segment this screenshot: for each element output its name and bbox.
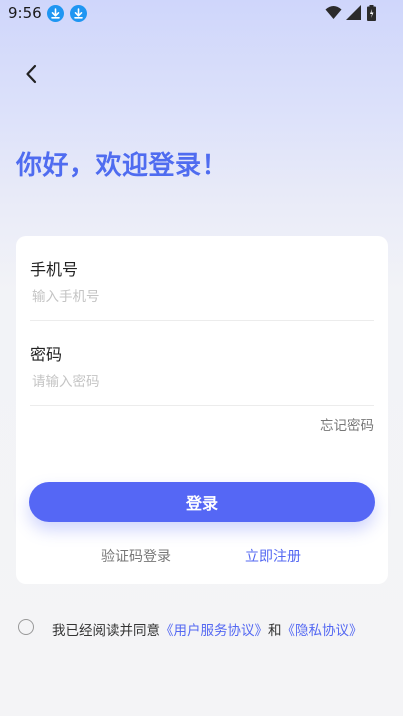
chevron-left-icon xyxy=(18,64,46,92)
battery-icon xyxy=(367,5,376,25)
password-input[interactable] xyxy=(30,365,376,399)
agreement-prefix: 我已经阅读并同意 xyxy=(52,623,160,639)
login-card: 手机号 密码 忘记密码 登录 验证码登录 立即注册 xyxy=(16,236,388,584)
download-icon xyxy=(47,5,64,22)
divider xyxy=(30,320,374,321)
page-title: 你好，欢迎登录！ xyxy=(16,151,229,181)
wifi-icon xyxy=(325,5,342,24)
phone-label: 手机号 xyxy=(30,260,79,279)
status-bar: 9:56 xyxy=(0,0,403,26)
login-button[interactable]: 登录 xyxy=(29,482,375,522)
agreement-text: 我已经阅读并同意《用户服务协议》和《隐私协议》 xyxy=(52,619,363,639)
phone-input[interactable] xyxy=(30,280,376,314)
register-link[interactable]: 立即注册 xyxy=(245,546,301,566)
download-icon xyxy=(70,5,87,22)
back-button[interactable] xyxy=(18,60,46,88)
divider xyxy=(30,405,374,406)
forgot-password-link[interactable]: 忘记密码 xyxy=(320,414,374,434)
agreement-checkbox[interactable] xyxy=(18,619,34,635)
signal-icon xyxy=(346,5,361,24)
user-agreement-link[interactable]: 《用户服务协议》 xyxy=(160,623,268,639)
status-time: 9:56 xyxy=(8,4,42,22)
sms-login-link[interactable]: 验证码登录 xyxy=(101,546,171,566)
agreement-conjunction: 和 xyxy=(268,623,282,639)
privacy-policy-link[interactable]: 《隐私协议》 xyxy=(282,623,363,639)
password-label: 密码 xyxy=(30,345,63,364)
